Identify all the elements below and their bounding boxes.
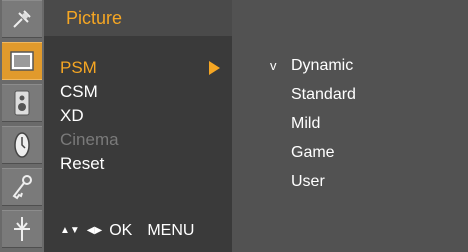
menu-item-label: Cinema (60, 130, 119, 149)
input-plug-icon (11, 215, 33, 243)
left-right-arrows-icon: ◀▶ (86, 225, 103, 236)
submenu-item-label: Mild (291, 115, 321, 132)
menu-item-label: XD (60, 106, 84, 125)
menu-item-reset[interactable]: Reset (44, 152, 232, 176)
menu-title: Picture (66, 8, 123, 28)
sidebar-item-picture[interactable] (2, 42, 42, 80)
sidebar-item-audio[interactable] (2, 84, 42, 122)
menu-item-label: PSM (60, 58, 97, 77)
psm-submenu-panel: v Dynamic Standard Mild Game User (232, 0, 468, 252)
submenu-item-label: Game (291, 144, 335, 161)
menu-item-cinema: Cinema (44, 128, 232, 152)
menu-item-psm[interactable]: PSM (44, 56, 232, 80)
menu-item-xd[interactable]: XD (44, 104, 232, 128)
submenu-item-label: User (291, 173, 325, 190)
osd-menu: Picture PSM CSM XD Cinema Reset ▲▼ ◀▶ OK… (0, 0, 468, 252)
submenu-item-dynamic[interactable]: v Dynamic (232, 53, 468, 79)
menu-item-label: CSM (60, 82, 98, 101)
audio-speaker-icon (14, 90, 30, 116)
sidebar-item-time[interactable] (2, 126, 42, 164)
clock-icon (13, 131, 31, 159)
submenu-item-mild[interactable]: Mild (232, 111, 468, 137)
submenu-item-standard[interactable]: Standard (232, 82, 468, 108)
sidebar-item-option[interactable] (2, 168, 42, 206)
menu-item-label: Reset (60, 154, 105, 173)
sidebar-item-input[interactable] (2, 210, 42, 248)
menu-item-csm[interactable]: CSM (44, 80, 232, 104)
check-mark-icon: v (270, 58, 277, 73)
picture-icon (10, 51, 34, 71)
up-down-arrows-icon: ▲▼ (60, 225, 80, 236)
submenu-arrow-icon (209, 61, 220, 75)
submenu-item-user[interactable]: User (232, 169, 468, 195)
satellite-icon (10, 7, 34, 31)
category-sidebar (0, 0, 44, 252)
navigation-hint: ▲▼ ◀▶ OK MENU (60, 220, 194, 242)
option-key-icon (10, 174, 34, 200)
submenu-item-game[interactable]: Game (232, 140, 468, 166)
submenu-item-label: Standard (291, 86, 356, 103)
submenu-item-label: Dynamic (291, 57, 354, 74)
menu-hint: MENU (147, 222, 195, 239)
sidebar-item-station[interactable] (2, 0, 42, 38)
picture-menu-panel: Picture PSM CSM XD Cinema Reset ▲▼ ◀▶ OK… (44, 0, 232, 252)
ok-hint: OK (109, 222, 133, 239)
